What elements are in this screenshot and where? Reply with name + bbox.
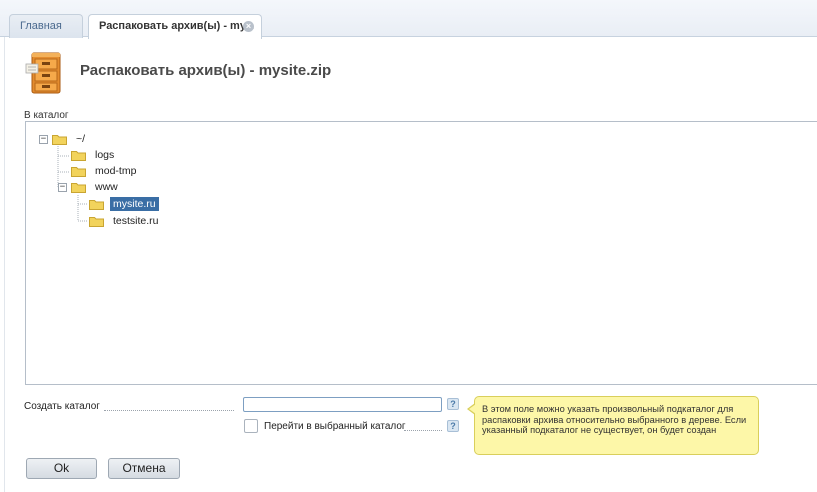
leader-dots — [104, 410, 234, 411]
tab-home-label: Главная — [20, 20, 62, 32]
tree-node-mysite[interactable]: mysite.ru — [89, 196, 159, 212]
leader-dots — [404, 430, 442, 431]
tree-node-label: mod-tmp — [95, 165, 137, 177]
folder-icon — [71, 165, 86, 177]
page-title: Распаковать архив(ы) - mysite.zip — [80, 62, 332, 79]
tree-node-logs[interactable]: logs — [71, 147, 117, 163]
left-border — [4, 37, 5, 492]
tree-node-label: logs — [95, 149, 115, 161]
help-icon[interactable]: ? — [447, 398, 459, 410]
folder-icon — [71, 181, 86, 193]
tooltip-arrow-inner — [469, 404, 476, 414]
tree-node-testsite[interactable]: testsite.ru — [89, 213, 162, 229]
tooltip-text: В этом поле можно указать произвольный п… — [482, 404, 747, 436]
directory-tree[interactable]: − ~/ logs mod-tmp − www mysite.ru testsi… — [25, 121, 817, 385]
tree-node-label: testsite.ru — [113, 215, 159, 227]
tree-node-www[interactable]: − www — [58, 179, 121, 195]
folder-icon — [71, 149, 86, 161]
cancel-button[interactable]: Отмена — [108, 458, 180, 479]
folder-icon — [89, 215, 104, 227]
help-icon[interactable]: ? — [447, 420, 459, 432]
tree-node-mod-tmp[interactable]: mod-tmp — [71, 163, 139, 179]
target-dir-label: В каталог — [24, 110, 69, 121]
tab-unpack-archive[interactable]: Распаковать архив(ы) - my... × — [88, 14, 262, 39]
tab-strip: Главная Распаковать архив(ы) - my... × — [0, 0, 817, 39]
file-cabinet-icon — [23, 50, 69, 96]
folder-icon — [89, 198, 104, 210]
tab-home[interactable]: Главная — [9, 14, 83, 38]
collapse-icon[interactable]: − — [39, 134, 48, 144]
tree-node-label: ~/ — [76, 133, 86, 145]
goto-dir-label: Перейти в выбранный каталог — [264, 421, 406, 432]
folder-icon — [52, 133, 67, 145]
tree-node-label-selected: mysite.ru — [110, 197, 159, 211]
ok-button[interactable]: Ok — [26, 458, 97, 479]
collapse-icon[interactable]: − — [58, 182, 67, 192]
tree-node-root[interactable]: − ~/ — [39, 131, 88, 147]
help-tooltip: В этом поле можно указать произвольный п… — [467, 396, 759, 455]
tab-unpack-label: Распаковать архив(ы) - my... — [99, 20, 255, 32]
tree-node-label: www — [95, 181, 118, 193]
create-dir-input[interactable] — [243, 397, 442, 412]
tab-close-icon[interactable]: × — [243, 21, 254, 32]
goto-dir-checkbox[interactable] — [244, 419, 258, 433]
create-dir-label: Создать каталог — [24, 401, 100, 412]
